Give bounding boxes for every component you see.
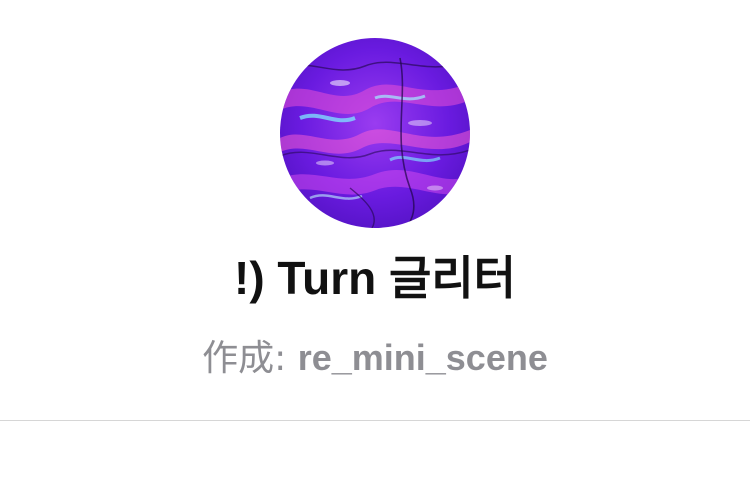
author-line: 作成: re_mini_scene: [0, 335, 750, 382]
divider: [0, 420, 750, 421]
avatar[interactable]: [280, 38, 470, 228]
purple-water-ripple-avatar-icon: [280, 38, 470, 228]
author-name-link[interactable]: re_mini_scene: [298, 337, 548, 378]
author-prefix: 作成:: [202, 338, 298, 379]
profile-header: !) Turn 글리터 作成: re_mini_scene: [0, 0, 750, 500]
page-title: !) Turn 글리터: [234, 252, 516, 304]
